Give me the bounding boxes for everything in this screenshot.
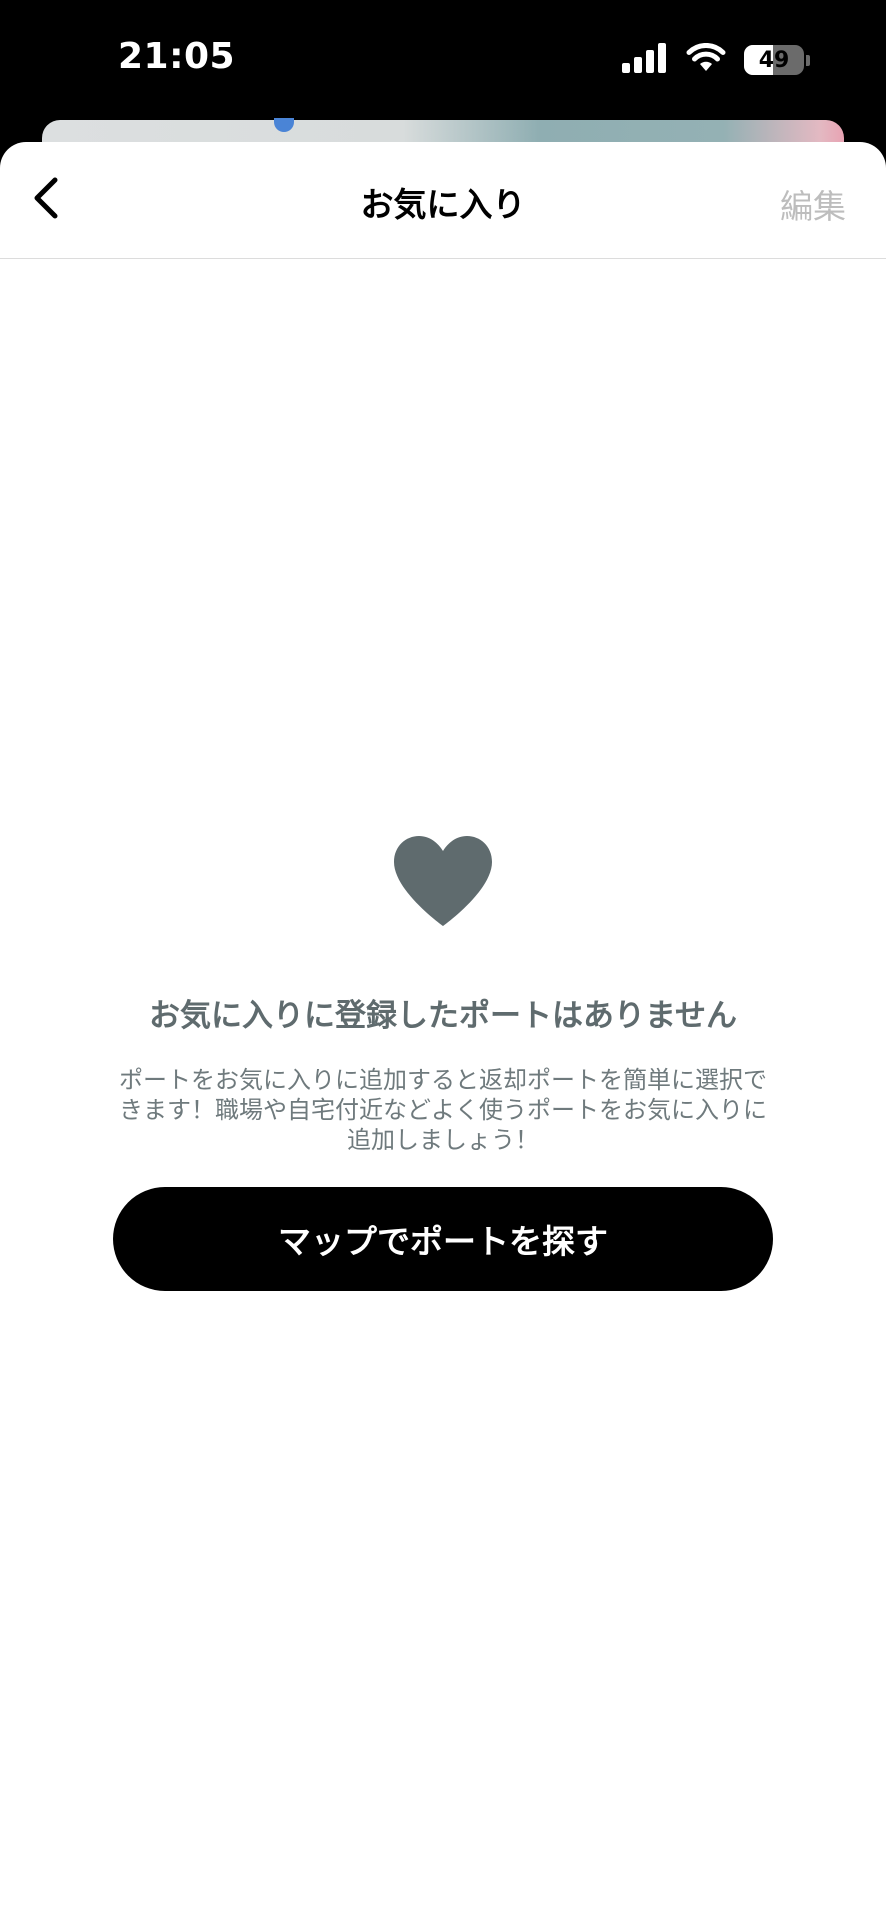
status-bar: 21:05 49 <box>0 0 886 120</box>
status-icons: 49 <box>622 42 810 77</box>
cellular-signal-icon <box>622 43 668 77</box>
empty-state-description: ポートをお気に入りに追加すると返却ポートを簡単に選択できます！職場や自宅付近など… <box>119 1066 767 1154</box>
page-title: お気に入り <box>360 185 526 224</box>
battery-icon: 49 <box>744 45 804 75</box>
battery-level: 49 <box>758 47 790 73</box>
status-time: 21:05 <box>118 36 236 77</box>
wifi-icon <box>686 42 726 77</box>
heart-icon <box>390 832 496 932</box>
empty-state: お気に入りに登録したポートはありません ポートをお気に入りに追加すると返却ポート… <box>0 832 886 1291</box>
battery-cap <box>806 54 810 66</box>
favorites-sheet: お気に入り 編集 お気に入りに登録したポートはありません ポートをお気に入りに追… <box>0 142 886 1920</box>
edit-button[interactable]: 編集 <box>780 180 846 228</box>
find-port-on-map-button[interactable]: マップでポートを探す <box>113 1187 773 1291</box>
navigation-bar: お気に入り 編集 <box>0 142 886 259</box>
empty-state-title: お気に入りに登録したポートはありません <box>148 998 738 1034</box>
map-pin-icon <box>274 118 294 132</box>
